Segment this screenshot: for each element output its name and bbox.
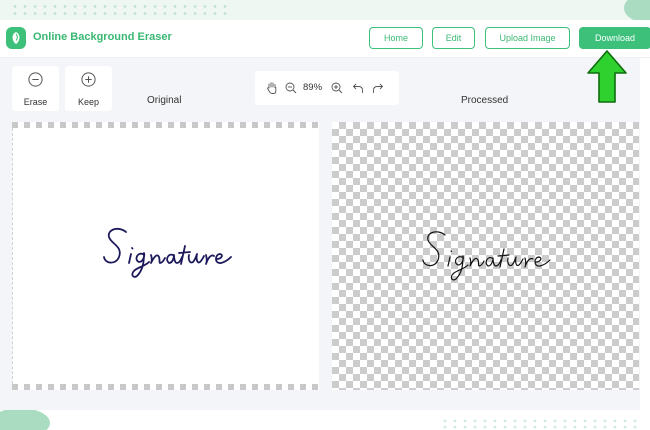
keep-tool-label: Keep: [77, 97, 100, 107]
processed-panel-label: Processed: [461, 95, 509, 106]
editor-workspace: Erase Keep 89% Original Processed: [0, 58, 640, 410]
keep-tool-button[interactable]: Keep: [65, 66, 112, 111]
upload-image-button[interactable]: Upload Image: [485, 27, 570, 49]
original-image-panel[interactable]: [12, 122, 319, 390]
zoom-out-icon[interactable]: [285, 81, 297, 99]
redo-icon[interactable]: [372, 81, 384, 99]
green-up-arrow-icon: [587, 50, 627, 103]
top-dot-pattern: [10, 3, 230, 17]
undo-icon[interactable]: [352, 81, 364, 99]
app-logo-icon[interactable]: [6, 27, 26, 49]
corner-blob-decoration: [0, 408, 50, 430]
original-image-canvas: [12, 128, 319, 384]
processed-signature-image: [422, 231, 551, 281]
erase-tool-label: Erase: [23, 97, 48, 107]
zoom-in-icon[interactable]: [331, 81, 343, 99]
app-title: Online Background Eraser: [33, 31, 172, 43]
erase-tool-button[interactable]: Erase: [12, 66, 59, 111]
bottom-dot-pattern: [440, 418, 640, 430]
minus-circle-icon: [28, 72, 43, 92]
transparency-edge-strip: [12, 384, 319, 390]
hand-icon[interactable]: [266, 81, 278, 99]
edit-button[interactable]: Edit: [432, 27, 475, 49]
original-panel-label: Original: [147, 95, 182, 106]
zoom-toolbar: 89%: [255, 71, 399, 105]
app-header: Online Background Eraser Home Edit Uploa…: [0, 20, 650, 58]
plus-circle-icon: [81, 72, 96, 92]
zoom-level-readout: 89%: [303, 82, 323, 93]
signature-image: [103, 227, 232, 278]
processed-image-panel[interactable]: [332, 122, 639, 390]
download-button[interactable]: Download: [579, 27, 650, 49]
home-button[interactable]: Home: [369, 27, 423, 49]
